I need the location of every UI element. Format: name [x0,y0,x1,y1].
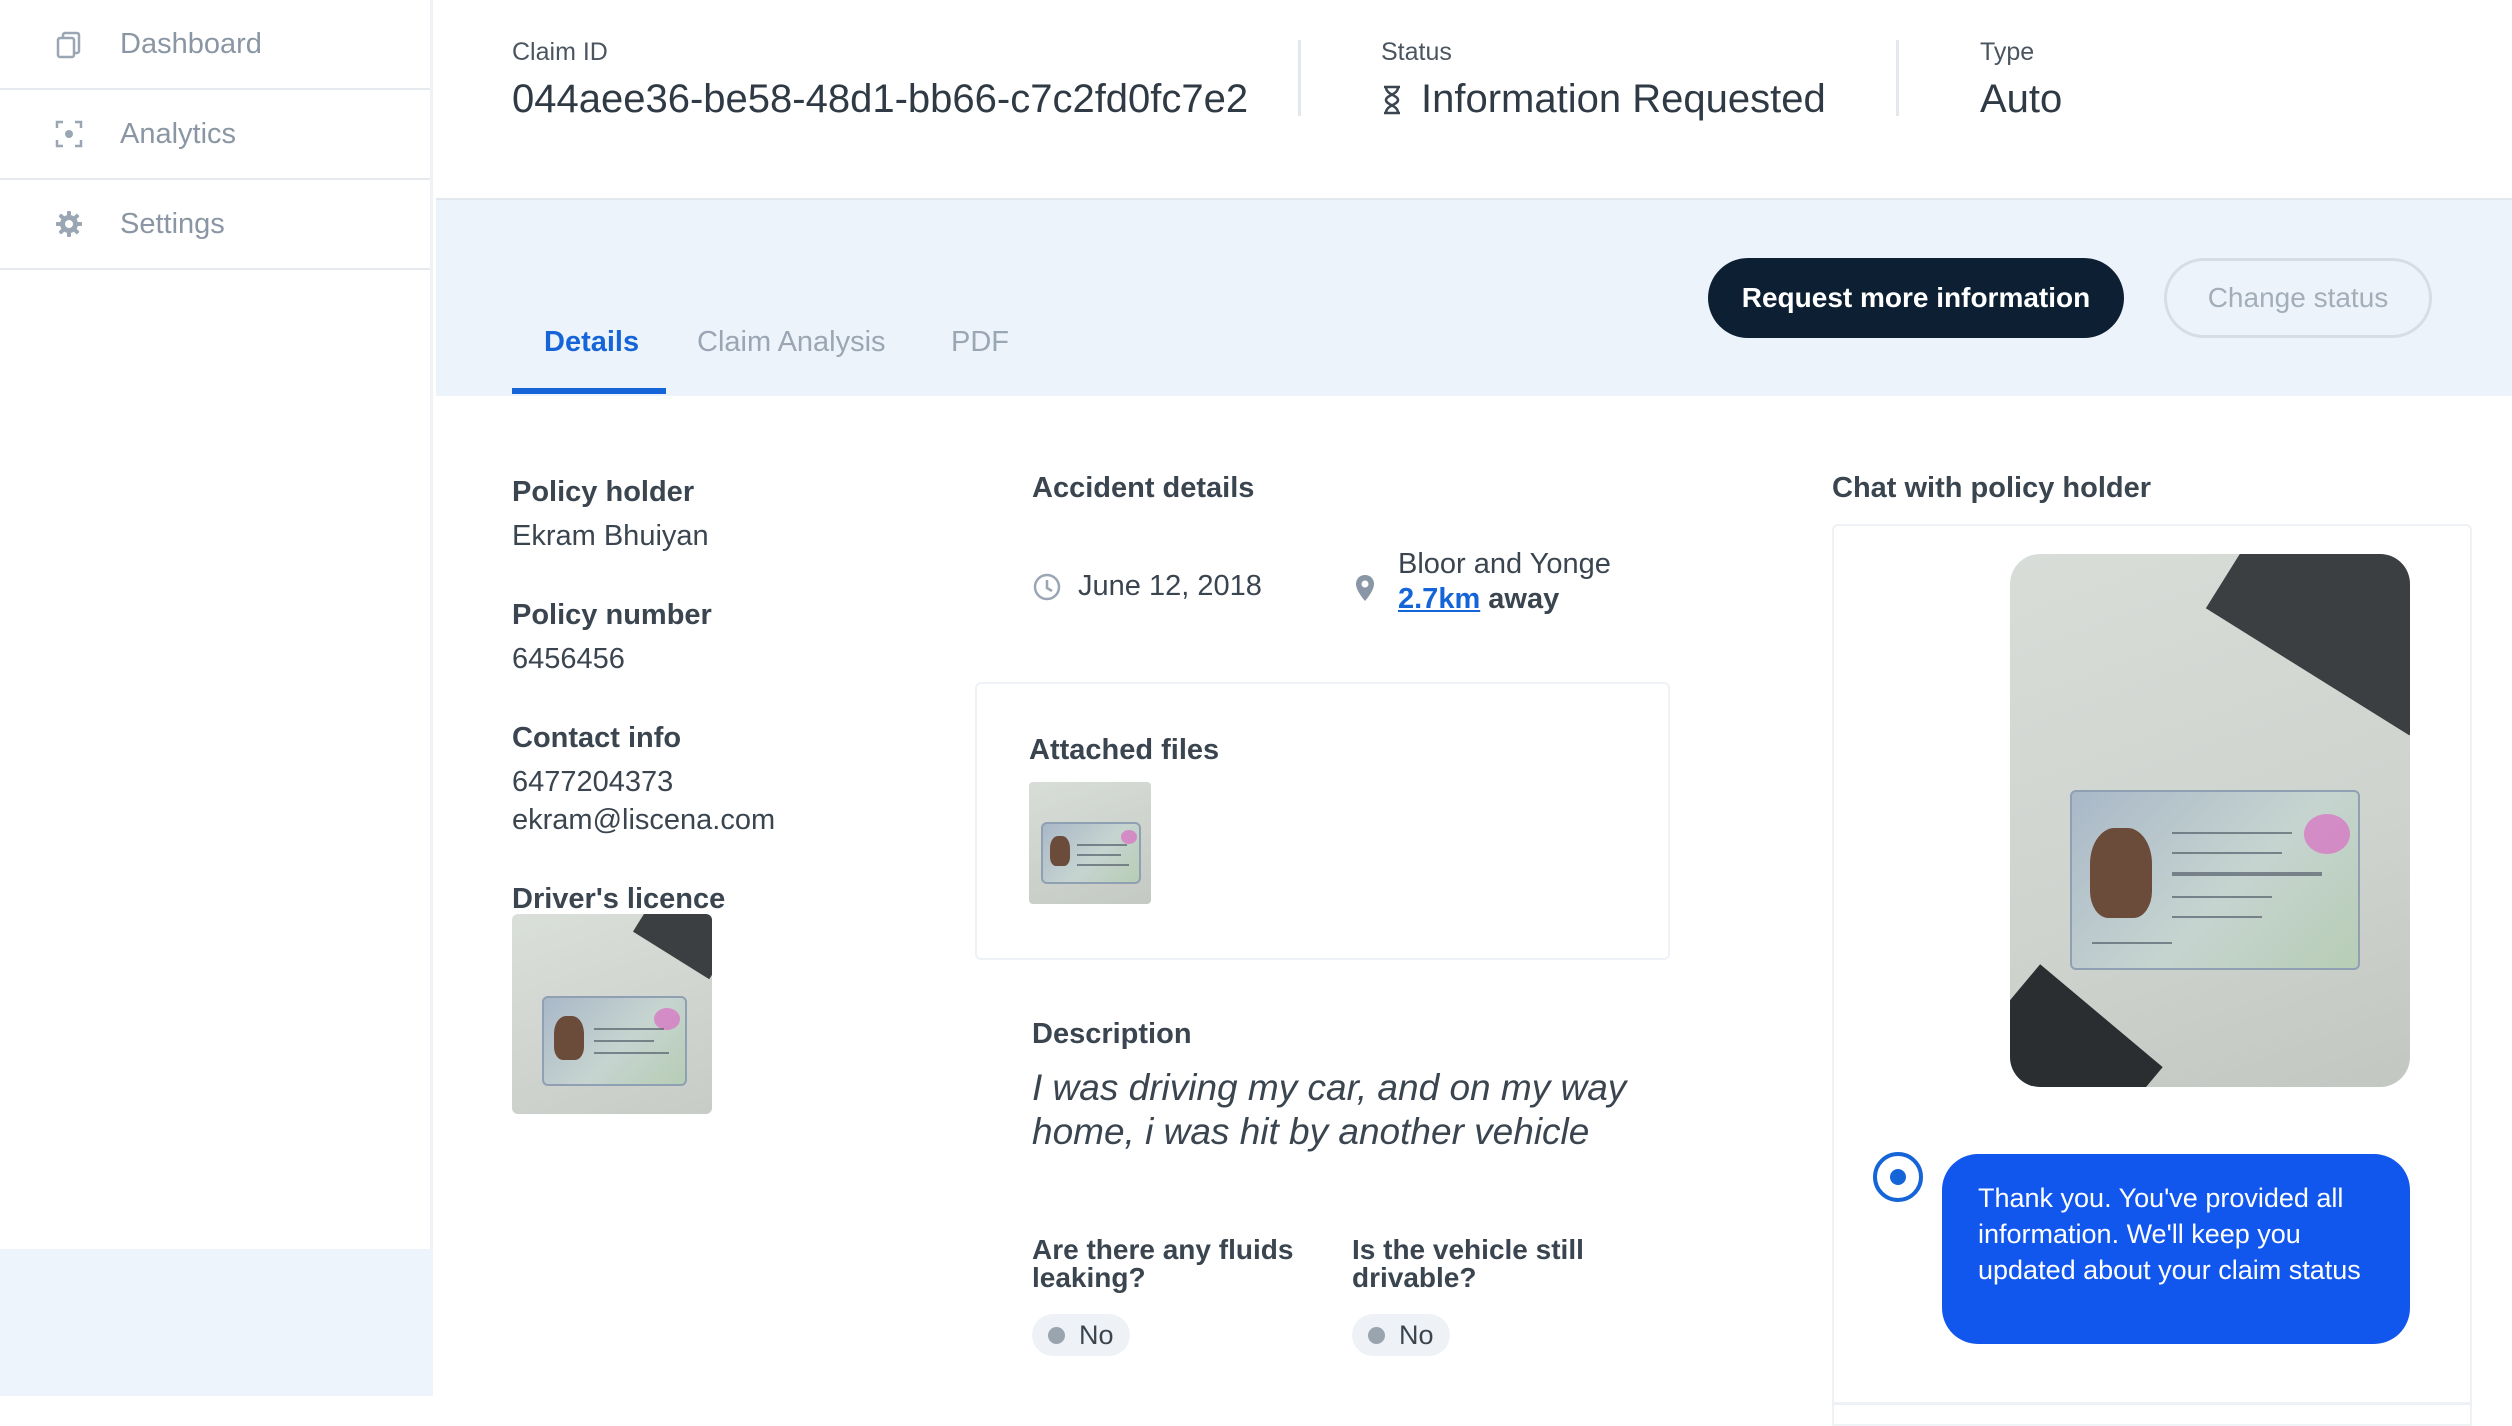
description-text: I was driving my car, and on my way home… [1032,1067,1627,1152]
clock-icon [1032,572,1062,602]
chat-licence-image[interactable] [2010,554,2410,1087]
sidebar-item-label: Dashboard [120,27,262,60]
claim-id-value: 044aee36-be58-48d1-bb66-c7c2fd0fc7e2 [512,77,1249,121]
contact-phone: 6477204373 [512,766,674,798]
contact-info-label: Contact info [512,722,682,754]
header-divider [1896,40,1899,116]
fluids-question: Are there any fluids leaking? [1032,1234,1294,1293]
policy-number-label: Policy number [512,599,712,631]
claim-header: Claim ID 044aee36-be58-48d1-bb66-c7c2fd0… [436,0,2512,200]
change-status-button[interactable]: Change status [2164,258,2432,338]
policy-number-value: 6456456 [512,643,625,675]
drivable-answer: No [1399,1319,1434,1350]
accident-date-row: June 12, 2018 [1032,570,1262,603]
policy-info-column: Policy holder Ekram Bhuiyan Policy numbe… [512,476,932,960]
type-label: Type [1980,38,2035,66]
sidebar-item-label: Settings [120,207,225,240]
status-label: Status [1381,38,1452,66]
header-divider [1298,40,1301,116]
attached-files-card: Attached files [975,682,1670,960]
attached-file-thumbnail[interactable] [1029,782,1151,904]
fluids-answer: No [1079,1319,1114,1350]
drivable-answer-badge: No [1352,1314,1450,1356]
status-block: Status Information Requested [1381,38,1826,122]
claim-id-block: Claim ID 044aee36-be58-48d1-bb66-c7c2fd0… [512,38,1248,122]
accident-details-title: Accident details [1032,472,1255,504]
type-block: Type Auto [1980,38,2062,122]
copy-icon [52,27,86,61]
sidebar-item-settings[interactable]: Settings [0,180,430,270]
tab-band: Details Claim Analysis PDF Request more … [436,200,2512,396]
policy-holder-group: Policy holder Ekram Bhuiyan [512,476,932,555]
fluids-answer-badge: No [1032,1314,1130,1356]
gear-icon [52,207,86,241]
analytics-icon [52,117,86,151]
tab-details[interactable]: Details [544,326,639,359]
policy-holder-label: Policy holder [512,476,695,508]
accident-location: Bloor and Yonge [1398,548,1611,580]
sidebar-item-analytics[interactable]: Analytics [0,90,430,180]
sidebar: Dashboard Analytics Settings [0,0,433,1396]
policy-number-group: Policy number 6456456 [512,599,932,678]
drivable-question: Is the vehicle still drivable? [1352,1234,1584,1293]
contact-email: ekram@liscena.com [512,804,776,836]
drivers-licence-label: Driver's licence [512,883,726,915]
location-pin-icon [1354,574,1376,602]
bot-avatar-icon [1873,1152,1923,1202]
sidebar-item-dashboard[interactable]: Dashboard [0,0,430,90]
chat-input-divider [1834,1402,2470,1405]
tab-claim-analysis[interactable]: Claim Analysis [697,326,886,359]
chat-title: Chat with policy holder [1832,472,2152,504]
drivers-licence-thumbnail[interactable] [512,914,712,1114]
drivers-licence-group: Driver's licence [512,883,932,916]
type-value: Auto [1980,77,2063,121]
distance-link[interactable]: 2.7km [1398,583,1480,615]
sidebar-item-label: Analytics [120,117,237,150]
accident-date: June 12, 2018 [1078,570,1262,602]
tab-pdf[interactable]: PDF [951,326,1009,359]
status-value: Information Requested [1421,77,1826,121]
policy-holder-value: Ekram Bhuiyan [512,520,709,552]
active-tab-indicator [512,388,666,394]
status-dot-icon [1048,1326,1065,1344]
status-dot-icon [1368,1326,1385,1344]
distance-suffix: away [1488,583,1560,615]
description-label: Description [1032,1018,1192,1050]
hourglass-icon [1381,85,1403,115]
attached-files-label: Attached files [1029,734,1220,766]
chat-message-bubble: Thank you. You've provided all informati… [1942,1154,2410,1344]
accident-location-row: Bloor and Yonge 2.7km away [1354,548,1611,616]
status-value-row: Information Requested [1381,77,1826,122]
sidebar-footer-area [0,1249,433,1396]
contact-info-group: Contact info 6477204373 ekram@liscena.co… [512,722,932,839]
claim-id-label: Claim ID [512,38,608,66]
request-more-information-button[interactable]: Request more information [1708,258,2124,338]
